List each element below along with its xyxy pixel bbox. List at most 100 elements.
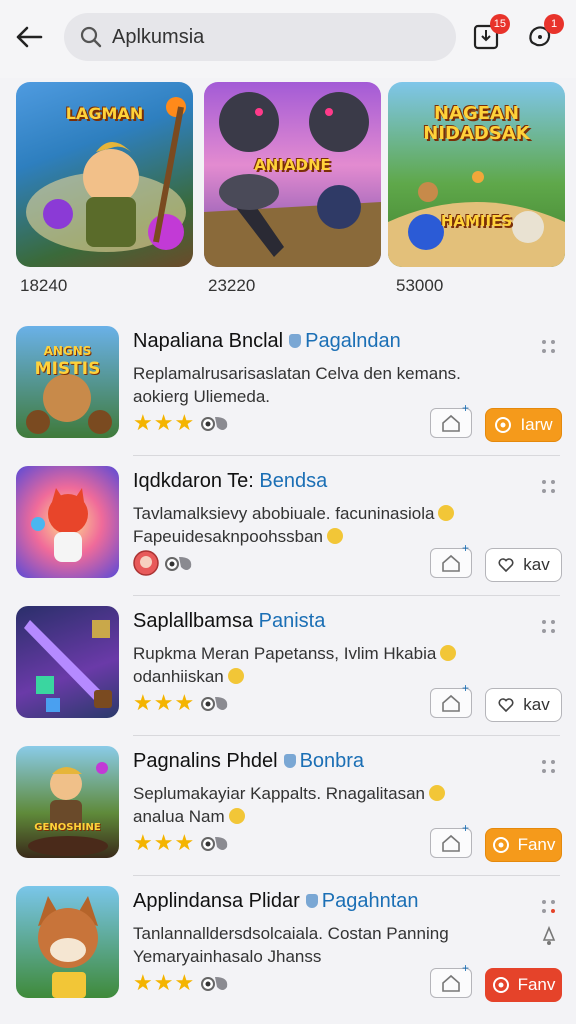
star-icon: ★: [133, 410, 153, 435]
thumb-title-line1: ANGNS: [43, 344, 92, 358]
add-to-home-button[interactable]: +: [430, 401, 472, 438]
rating: ★ ★ ★: [133, 410, 231, 436]
app-name: Iqdkdaron Te:: [133, 470, 254, 492]
app-description: Tanlannalldersdsolcaiala. Costan Panning…: [133, 922, 463, 968]
desc-line2: Yemaryainhasalo Jhanss: [133, 947, 322, 966]
app-title[interactable]: Applindansa Plidar Pagahntan: [133, 890, 419, 913]
desc-line2: odanhiiskan: [133, 667, 224, 686]
featured-card-3[interactable]: NAGEAN NIDADSAK HAMIIES: [388, 82, 565, 267]
coin-icon: [492, 977, 509, 993]
thumb-title: GENOSHINE: [34, 822, 101, 833]
more-icon[interactable]: [542, 620, 556, 634]
desc-line1: Rupkma Meran Papetanss, Ivlim Hkabia: [133, 644, 437, 663]
star-icon: ★: [153, 970, 174, 995]
shield-icon: [289, 334, 302, 348]
search-bar[interactable]: [64, 13, 456, 61]
home-icon: [442, 554, 460, 572]
wishlist-button[interactable]: kav: [485, 548, 562, 582]
featured-card-2[interactable]: ANIADNE: [204, 82, 381, 267]
home-icon: [442, 834, 460, 852]
star-icon: ★: [174, 970, 195, 995]
avatar-icon: [133, 550, 159, 576]
action-button[interactable]: Fanv: [485, 828, 562, 862]
app-description: Rupkma Meran Papetanss, Ivlim Hkabia oda…: [133, 642, 463, 688]
app-title[interactable]: Napaliana Bnclal Pagalndan: [133, 330, 401, 353]
back-button[interactable]: [12, 20, 46, 54]
list-item[interactable]: Applindansa Plidar Pagahntan Tanlannallde…: [0, 876, 576, 1016]
home-icon: [442, 694, 460, 712]
desc-line1: Tavlamalksievy abobiuale. facuninasiola: [133, 504, 435, 523]
featured-subtitle-3: HAMIIES: [440, 212, 513, 230]
more-icon[interactable]: [542, 760, 556, 774]
plus-icon: +: [461, 541, 469, 555]
desc-line2: Fapeuidesaknpoohssban: [133, 527, 323, 546]
action-label: Fanv: [517, 975, 556, 994]
add-to-home-button[interactable]: +: [430, 681, 472, 718]
controller-icon: [201, 417, 228, 431]
star-icon: ★: [174, 410, 195, 435]
list-item[interactable]: Iqdkdaron Te: Bendsa Tavlamalksievy abob…: [0, 456, 576, 596]
star-icon: ★: [174, 830, 195, 855]
star-icon: ★: [153, 410, 174, 435]
top-bar: 15 1: [0, 0, 576, 78]
app-description: Replamalrusarisaslatan Celva den kemans.…: [133, 364, 461, 406]
thumb-art-4: [28, 762, 108, 856]
app-title[interactable]: Iqdkdaron Te: Bendsa: [133, 470, 327, 493]
app-name: Saplallbamsa: [133, 610, 254, 632]
list-item[interactable]: Saplallbamsa Panista Rupkma Meran Papeta…: [0, 596, 576, 736]
add-to-home-button[interactable]: +: [430, 821, 472, 858]
app-name: Applindansa Plidar: [133, 890, 300, 912]
app-title[interactable]: Pagnalins Phdel Bonbra: [133, 750, 364, 773]
add-to-home-button[interactable]: +: [430, 541, 472, 578]
featured-card-1[interactable]: LAGMAN: [16, 82, 193, 267]
plus-icon: +: [461, 681, 469, 695]
action-label: kav: [523, 695, 550, 714]
downloads-badge: 15: [489, 14, 510, 34]
desc-line1: Tanlannalldersdsolcaiala. Costan Panning: [133, 924, 449, 943]
action-label: Fanv: [517, 835, 556, 854]
more-icon[interactable]: [542, 900, 556, 914]
shield-icon: [283, 754, 296, 768]
rating: [133, 550, 195, 576]
rating: ★ ★ ★: [133, 830, 231, 856]
notifications-button[interactable]: 1: [522, 14, 564, 54]
thumb-art-5: [38, 896, 98, 998]
featured-count-1: 18240: [20, 276, 68, 295]
thumb-art-3: [24, 620, 112, 712]
featured-count-3: 53000: [396, 276, 444, 295]
action-button[interactable]: Fanv: [485, 968, 562, 1002]
app-publisher: Pagalndan: [305, 330, 401, 352]
controller-icon: [165, 557, 192, 571]
search-input[interactable]: [112, 25, 412, 49]
app-description: Tavlamalksievy abobiuale. facuninasiola …: [133, 502, 463, 548]
action-button[interactable]: Iarw: [485, 408, 562, 442]
app-thumbnail: [16, 606, 119, 718]
action-label: kav: [523, 555, 550, 574]
plus-icon: +: [461, 401, 469, 415]
app-name: Pagnalins Phdel: [133, 750, 278, 772]
more-icon[interactable]: [542, 480, 556, 494]
bell-icon[interactable]: [540, 924, 558, 946]
back-arrow-icon: [16, 26, 43, 48]
home-icon: [442, 974, 460, 992]
search-icon: [80, 26, 102, 48]
featured-art-2: [204, 92, 381, 267]
list-item[interactable]: GENOSHINE Pagnalins Phdel Bonbra Seplumak…: [0, 736, 576, 876]
downloads-button[interactable]: 15: [468, 14, 510, 54]
thumb-title-line2: MISTIS: [34, 359, 101, 379]
emoji-icon: [326, 528, 343, 544]
featured-title-1: LAGMAN: [65, 104, 144, 123]
featured-title-2: ANIADNE: [254, 156, 331, 174]
list-item[interactable]: ANGNS MISTIS Napaliana Bnclal Pagalndan R…: [0, 316, 576, 456]
emoji-icon: [438, 505, 455, 521]
more-icon[interactable]: [542, 340, 556, 354]
app-publisher: Bonbra: [299, 750, 365, 772]
add-to-home-button[interactable]: +: [430, 961, 472, 998]
controller-icon: [201, 697, 228, 711]
app-thumbnail: [16, 886, 119, 998]
wishlist-button[interactable]: kav: [485, 688, 562, 722]
app-thumbnail: ANGNS MISTIS: [16, 326, 119, 438]
app-title[interactable]: Saplallbamsa Panista: [133, 610, 325, 633]
star-icon: ★: [174, 690, 195, 715]
featured-title-3-line2: NIDADSAK: [423, 123, 530, 144]
